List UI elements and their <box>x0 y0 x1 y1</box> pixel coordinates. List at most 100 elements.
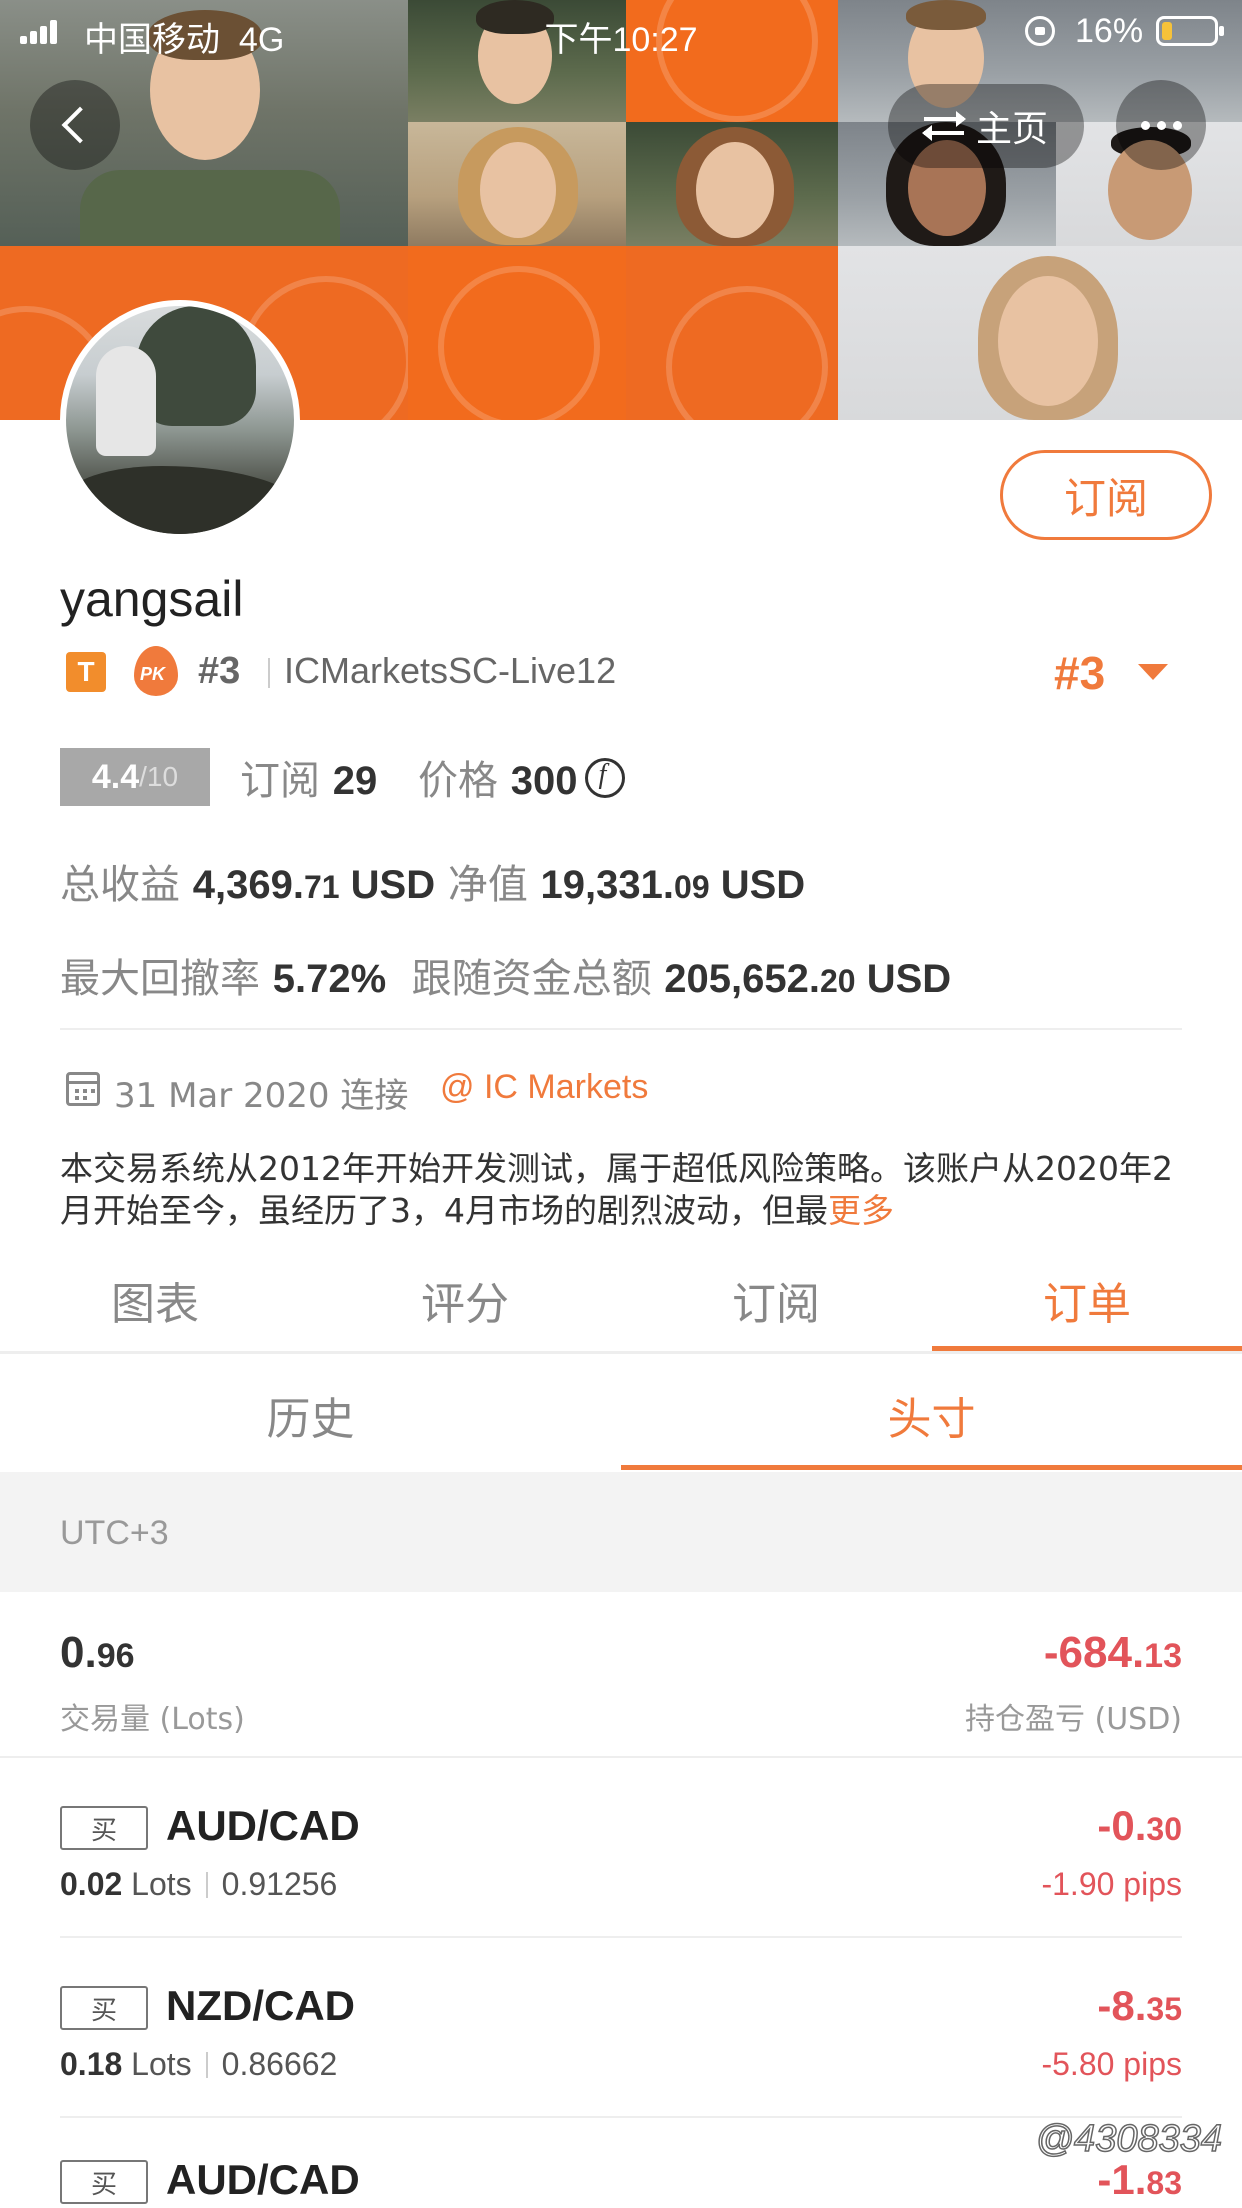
subtab-history[interactable]: 历史 <box>0 1360 621 1470</box>
follow-funds-dec: 20 <box>820 963 856 999</box>
total-lots: 0.96 <box>60 1628 135 1678</box>
total-lots-label: 交易量 (Lots) <box>60 1702 245 1737</box>
swap-icon <box>921 111 966 141</box>
banner-photo-tile <box>626 122 838 246</box>
battery-icon <box>1156 16 1224 46</box>
subscribe-button[interactable]: 订阅 <box>1000 450 1212 540</box>
order-price: 0.91256 <box>221 1866 338 1902</box>
server-name: ICMarketsSC-Live12 <box>284 650 617 691</box>
total-profit-dec: 71 <box>303 869 340 905</box>
more-link[interactable]: 更多 <box>828 1191 894 1230</box>
banner-orange-tile <box>408 246 626 420</box>
carrier-name: 中国移动 <box>84 21 220 59</box>
more-button[interactable] <box>1116 80 1206 170</box>
divider <box>0 1351 1242 1354</box>
pk-flame-icon: PK <box>132 646 180 696</box>
pk-label: PK <box>140 664 166 684</box>
subscriber-stat: 订阅 29 <box>240 748 377 806</box>
price-label: 价格 <box>418 758 498 804</box>
total-profit-stat: 总收益 4,369.71 USD 净值 19,331.09 USD <box>60 852 805 910</box>
subtab-positions[interactable]: 头寸 <box>621 1360 1242 1470</box>
back-button[interactable] <box>30 80 120 170</box>
rank-label: #3 <box>198 650 241 692</box>
status-time: 下午10:27 <box>544 21 698 59</box>
buy-tag: 买 <box>60 2160 148 2204</box>
order-pl: -0.30 <box>1097 1802 1182 1850</box>
floating-pl-dec: 13 <box>1144 1637 1182 1675</box>
order-pl-int: -0. <box>1097 1802 1147 1849</box>
network-type: 4G <box>238 21 285 59</box>
subscriber-label: 订阅 <box>240 758 320 804</box>
buy-tag: 买 <box>60 1806 148 1850</box>
order-lots: 0.18 Lots 0.86662 <box>60 2046 337 2083</box>
coin-icon <box>585 758 626 798</box>
more-dots-icon <box>1140 120 1150 130</box>
signal-icon <box>20 20 60 44</box>
total-profit-label: 总收益 <box>60 862 180 908</box>
rotation-lock-icon <box>1025 16 1055 46</box>
follow-funds-unit: USD <box>866 957 952 1001</box>
rating-score: 4.4/10 <box>60 748 210 806</box>
calendar-icon <box>66 1072 100 1106</box>
order-lots: 0.02 Lots 0.91256 <box>60 1866 337 1903</box>
total-profit-int: 4,369. <box>192 863 304 907</box>
order-row[interactable]: 买 NZD/CAD 0.18 Lots 0.86662 -8.35 -5.80 p… <box>0 1938 1242 2118</box>
order-pl-dec: 83 <box>1146 2165 1182 2201</box>
active-subtab-indicator <box>621 1465 1242 1470</box>
order-pair: NZD/CAD <box>166 1982 355 2029</box>
watermark: @4308334 <box>1035 2117 1223 2161</box>
tab-chart[interactable]: 图表 <box>0 1250 310 1350</box>
order-pl-dec: 30 <box>1146 1811 1182 1847</box>
order-lots-unit: Lots <box>131 1866 192 1902</box>
tab-subscribe[interactable]: 订阅 <box>621 1250 931 1350</box>
main-tabs: 图表 评分 订阅 订单 <box>0 1250 1242 1350</box>
home-button[interactable]: 主页 <box>888 84 1084 168</box>
equity-label: 净值 <box>447 862 528 908</box>
total-profit-unit: USD <box>350 863 436 907</box>
order-pl-int: -8. <box>1097 1982 1147 2029</box>
status-bar: 中国移动 4G 下午10:27 16% <box>0 0 1242 60</box>
buy-tag: 买 <box>60 1986 148 2030</box>
rating-denominator: /10 <box>139 761 179 792</box>
order-pl: -1.83 <box>1097 2156 1182 2204</box>
caret-down-icon[interactable] <box>1138 664 1168 680</box>
order-pair: AUD/CAD <box>166 2156 360 2203</box>
equity-unit: USD <box>720 863 806 907</box>
divider <box>60 1028 1182 1030</box>
order-price: 0.86662 <box>221 2046 338 2082</box>
banner-photo-tile <box>838 246 1242 420</box>
carrier-label: 中国移动 4G <box>84 12 284 61</box>
order-subtabs: 历史 头寸 <box>0 1360 1242 1470</box>
price-value: 300 <box>510 759 578 803</box>
total-lots-int: 0. <box>60 1628 97 1677</box>
rank-selector[interactable]: #3 <box>1054 646 1105 700</box>
follow-funds-int: 205,652. <box>664 957 820 1001</box>
order-pips: -5.80 pips <box>1041 2046 1182 2082</box>
equity-dec: 09 <box>674 869 710 905</box>
price-stat: 价格 300 <box>418 748 626 806</box>
order-pair: AUD/CAD <box>166 1802 360 1849</box>
timezone-bar <box>0 1472 1242 1592</box>
drawdown-stat: 最大回撤率 5.72% 跟随资金总额 205,652.20 USD <box>60 946 951 1004</box>
floating-pl-int: -684. <box>1043 1628 1145 1677</box>
order-row[interactable]: 买 AUD/CAD 0.02 Lots 0.91256 -0.30 -1.90 p… <box>0 1758 1242 1938</box>
username: yangsail <box>60 571 244 627</box>
tab-orders[interactable]: 订单 <box>932 1250 1242 1350</box>
order-lots-unit: Lots <box>131 2046 192 2082</box>
subscriber-count: 29 <box>332 759 378 803</box>
battery-percent: 16% <box>1075 12 1144 50</box>
avatar[interactable] <box>60 300 300 540</box>
description-text: 本交易系统从2012年开始开发测试，属于超低风险策略。该账户从2020年2月开始… <box>60 1149 1173 1230</box>
order-pl: -8.35 <box>1097 1982 1182 2030</box>
order-pips: -1.90 pips <box>1041 1866 1182 1902</box>
tab-rating[interactable]: 评分 <box>310 1250 620 1350</box>
rating-value: 4.4 <box>91 757 140 796</box>
max-drawdown-label: 最大回撤率 <box>60 956 260 1002</box>
strategy-description: 本交易系统从2012年开始开发测试，属于超低风险策略。该账户从2020年2月开始… <box>60 1148 1182 1232</box>
order-lots-value: 0.18 <box>60 2046 123 2082</box>
timezone-label: UTC+3 <box>60 1514 169 1552</box>
banner-orange-tile <box>626 246 838 420</box>
floating-pl: -684.13 <box>1044 1628 1182 1678</box>
broker-link[interactable]: @ IC Markets <box>440 1068 648 1107</box>
max-drawdown-value: 5.72% <box>272 957 387 1001</box>
